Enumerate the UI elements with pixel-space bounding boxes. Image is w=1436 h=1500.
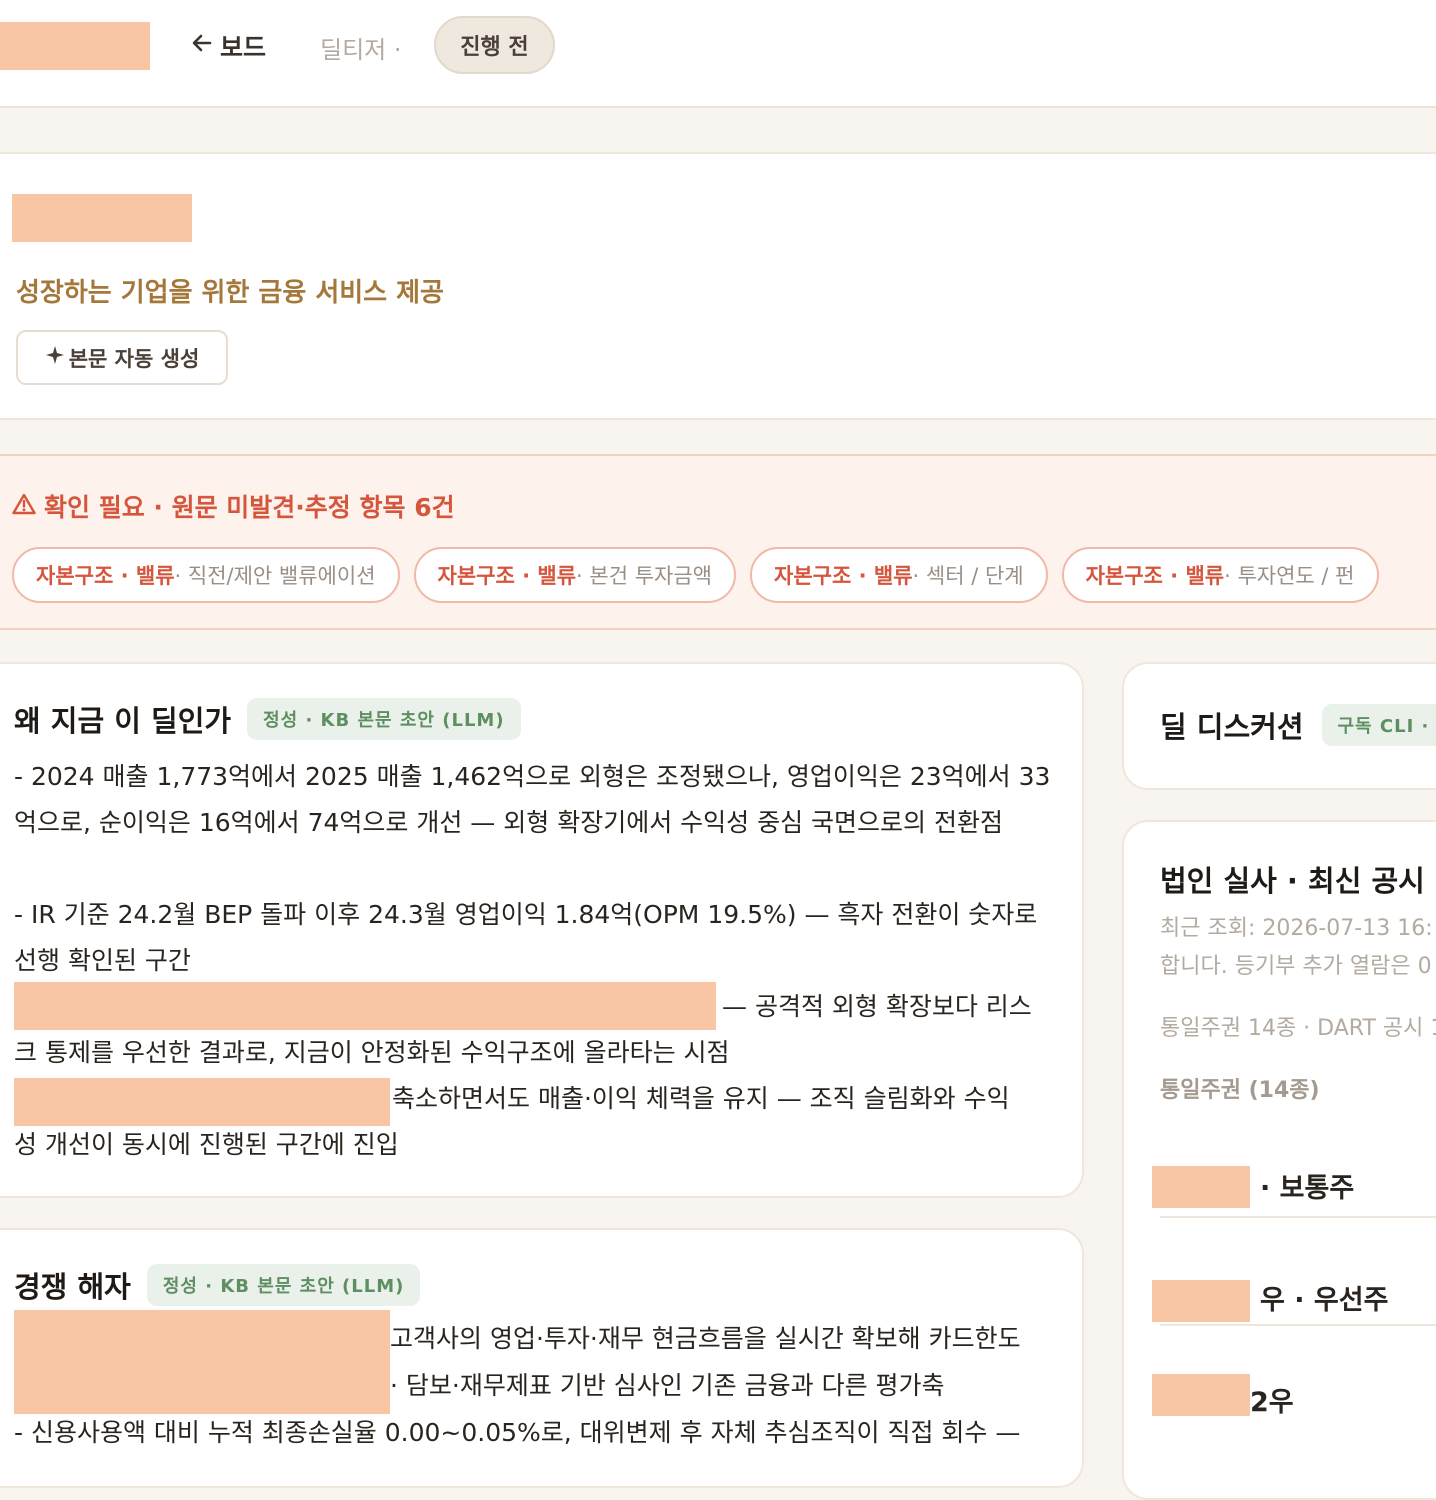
deal-discussion-card: 딜 디스커션 구독 CLI · <box>1122 662 1436 790</box>
section-title: 딜 디스커션 <box>1160 704 1304 746</box>
arrow-left-icon <box>190 31 214 61</box>
redacted-logo <box>0 22 150 70</box>
corporate-disclosure-card: 법인 실사 · 최신 공시 최근 조회: 2026-07-13 16: 합니다.… <box>1122 820 1436 1500</box>
alert-chip[interactable]: 자본구조 · 밸류 · 본건 투자금액 <box>414 547 736 603</box>
chip-item: · 투자연도 / 펀 <box>1224 560 1354 590</box>
redacted-company-name <box>12 194 192 242</box>
competitive-moat-header: 경쟁 해자 정성 · KB 본문 초안 (LLM) <box>14 1264 420 1306</box>
paragraph-fragment: 축소하면서도 매출·이익 체력을 유지 — 조직 슬림화와 수익 <box>392 1076 1042 1122</box>
stock-row[interactable]: 우 · 우선주 <box>1160 1266 1436 1326</box>
section-title: 법인 실사 · 최신 공시 <box>1160 858 1425 900</box>
paragraph: - 2024 매출 1,773억에서 2025 매출 1,462억으로 외형은 … <box>14 754 1054 846</box>
deal-discussion-header: 딜 디스커션 구독 CLI · <box>1160 704 1436 746</box>
chip-item: · 직전/제안 밸류에이션 <box>175 560 376 590</box>
alert-chip[interactable]: 자본구조 · 밸류 · 섹터 / 단계 <box>750 547 1048 603</box>
stock-row[interactable]: 2우 <box>1160 1370 1436 1430</box>
paragraph-fragment: 크 통제를 우선한 결과로, 지금이 안정화된 수익구조에 올라타는 시점 <box>14 1030 1054 1076</box>
why-now-header: 왜 지금 이 딜인가 정성 · KB 본문 초안 (LLM) <box>14 698 521 740</box>
sparkle-icon <box>45 345 65 370</box>
competitive-moat-card: 경쟁 해자 정성 · KB 본문 초안 (LLM) 고객사의 영업·투자·재무 … <box>0 1228 1084 1488</box>
paragraph: - IR 기준 24.2월 BEP 돌파 이후 24.3월 영업이익 1.84억… <box>14 892 1054 984</box>
chip-item: · 섹터 / 단계 <box>913 560 1024 590</box>
subscription-badge[interactable]: 구독 CLI · <box>1322 704 1436 746</box>
section-title: 왜 지금 이 딜인가 <box>14 698 231 740</box>
source-badge: 정성 · KB 본문 초안 (LLM) <box>247 698 521 740</box>
deal-hero-card: 성장하는 기업을 위한 금융 서비스 제공 본문 자동 생성 <box>0 152 1436 420</box>
chip-category: 자본구조 · 밸류 <box>1086 560 1225 590</box>
chip-item: · 본건 투자금액 <box>576 560 712 590</box>
paragraph-fragment: 고객사의 영업·투자·재무 현금흐름을 실시간 확보해 카드한도 <box>390 1316 1060 1362</box>
alert-chip[interactable]: 자본구조 · 밸류 · 투자연도 / 펀 <box>1062 547 1379 603</box>
chip-category: 자본구조 · 밸류 <box>438 560 577 590</box>
alert-title-text: 확인 필요 · 원문 미발견·추정 항목 6건 <box>44 488 455 524</box>
auto-generate-label: 본문 자동 생성 <box>69 343 200 373</box>
redacted-text <box>1152 1280 1250 1322</box>
redacted-text <box>14 1310 390 1414</box>
alert-chip[interactable]: 자본구조 · 밸류 · 직전/제안 밸류에이션 <box>12 547 400 603</box>
source-badge: 정성 · KB 본문 초안 (LLM) <box>147 1264 421 1306</box>
section-title: 경쟁 해자 <box>14 1264 131 1306</box>
back-to-board-link[interactable]: 보드 <box>190 28 266 64</box>
breadcrumb[interactable]: 딜티저 · <box>320 30 402 65</box>
warning-icon <box>12 492 36 521</box>
redacted-text <box>14 1078 390 1126</box>
redacted-text <box>1152 1166 1250 1208</box>
status-pill[interactable]: 진행 전 <box>434 16 555 74</box>
stock-row[interactable]: · 보통주 <box>1160 1158 1436 1218</box>
chip-category: 자본구조 · 밸류 <box>36 560 175 590</box>
paragraph-fragment: — 공격적 외형 확장보다 리스 <box>722 984 1052 1030</box>
alert-chip-list: 자본구조 · 밸류 · 직전/제안 밸류에이션 자본구조 · 밸류 · 본건 투… <box>12 547 1379 603</box>
stock-type: · 보통주 <box>1260 1166 1354 1205</box>
top-bar: 보드 딜티저 · 진행 전 <box>0 0 1436 108</box>
company-tagline: 성장하는 기업을 위한 금융 서비스 제공 <box>16 272 444 309</box>
redacted-text <box>1152 1374 1250 1416</box>
paragraph-fragment: - 신용사용액 대비 누적 최종손실율 0.00~0.05%로, 대위변제 후 … <box>14 1410 1054 1456</box>
disclosure-summary: 통일주권 14종 · DART 공시 1 <box>1160 1010 1436 1048</box>
stock-type: 2우 <box>1250 1380 1294 1419</box>
chip-category: 자본구조 · 밸류 <box>774 560 913 590</box>
last-fetched-text: 최근 조회: 2026-07-13 16: <box>1160 910 1433 948</box>
alert-title: 확인 필요 · 원문 미발견·추정 항목 6건 <box>12 488 455 524</box>
why-now-card: 왜 지금 이 딜인가 정성 · KB 본문 초안 (LLM) - 2024 매출… <box>0 662 1084 1198</box>
review-alert-panel: 확인 필요 · 원문 미발견·추정 항목 6건 자본구조 · 밸류 · 직전/제… <box>0 454 1436 630</box>
note-text: 합니다. 등기부 추가 열람은 0 <box>1160 948 1432 986</box>
stock-type: 우 · 우선주 <box>1260 1278 1388 1317</box>
back-label: 보드 <box>220 28 266 64</box>
stock-list-heading: 통일주권 (14종) <box>1160 1072 1320 1104</box>
paragraph-fragment: · 담보·재무제표 기반 심사인 기존 금융과 다른 평가축 <box>390 1363 1060 1409</box>
auto-generate-button[interactable]: 본문 자동 생성 <box>16 330 228 385</box>
redacted-text <box>14 982 716 1030</box>
paragraph-fragment: 성 개선이 동시에 진행된 구간에 진입 <box>14 1122 1054 1168</box>
